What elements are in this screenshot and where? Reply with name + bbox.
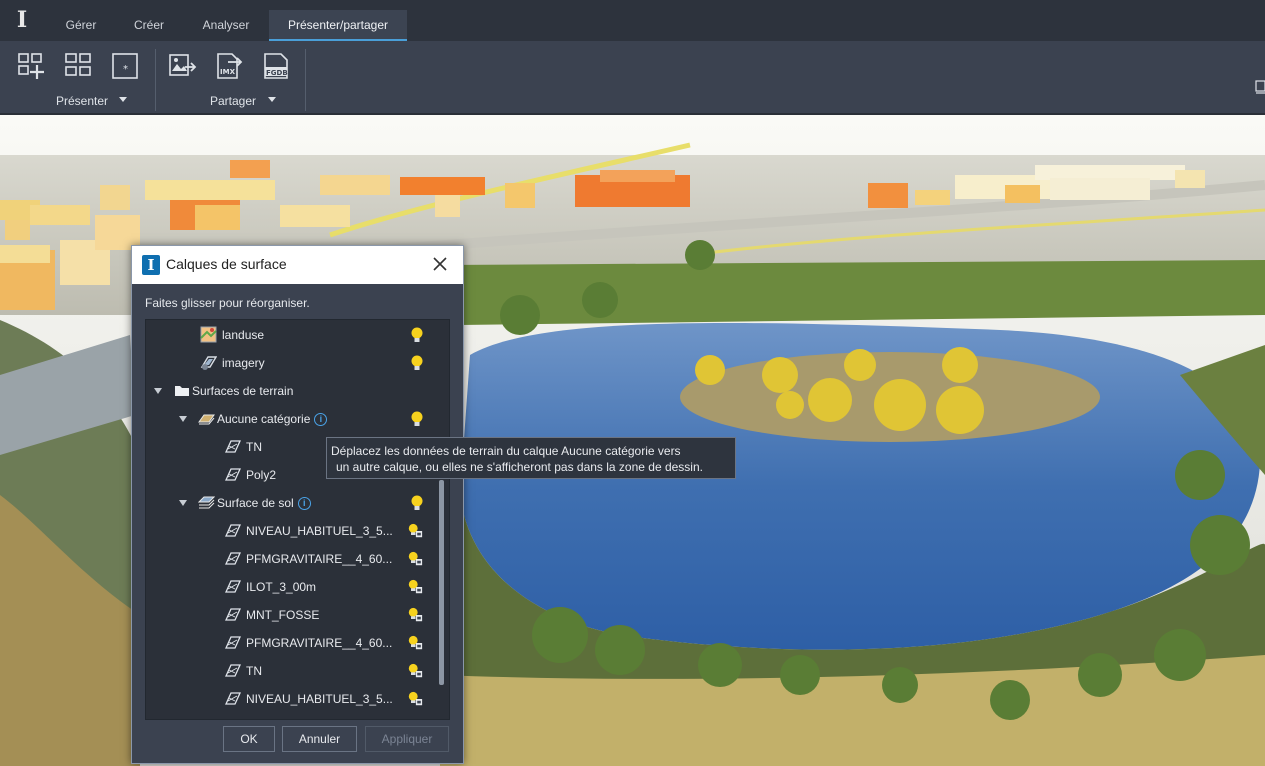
tree-row-aucune-categorie[interactable]: Aucune catégorie i (146, 405, 436, 433)
tree-row-surface[interactable]: PFMGRAVITAIRE__4_60... (146, 545, 436, 573)
export-image-icon[interactable] (167, 51, 197, 81)
tree-row-landuse[interactable]: landuse (146, 321, 436, 349)
surface-icon (224, 580, 241, 593)
surface-icon (224, 440, 241, 453)
ribbon-separator (305, 49, 306, 111)
presenter-dropdown-arrow[interactable] (119, 97, 127, 102)
tree-label: TN (246, 664, 262, 678)
tree-row-surface[interactable]: MNT_FOSSE (146, 601, 436, 629)
tree-label-with-info: Aucune catégorie i (217, 412, 328, 426)
tree-label: landuse (222, 328, 265, 342)
folder-icon (175, 386, 189, 396)
tree-label: ILOT_3_00m (246, 580, 317, 594)
info-icon[interactable]: i (314, 413, 328, 426)
tab-creer[interactable]: Créer (118, 10, 180, 41)
bulb-locked-icon[interactable] (407, 578, 423, 596)
tab-analyser[interactable]: Analyser (186, 10, 266, 41)
export-fgdb-icon[interactable]: FGDB (261, 51, 291, 81)
tree-row-surface[interactable]: ILOT_3_00m (146, 573, 436, 601)
snapshot-icon[interactable]: * (110, 51, 140, 81)
tree-label: MNT_FOSSE (246, 608, 320, 622)
tooltip-line-2: un autre calque, ou elles ne s'affichero… (336, 460, 703, 474)
fgdb-label: FGDB (266, 69, 288, 77)
group-label-presenter: Présenter (56, 94, 109, 108)
app-icon: I (142, 255, 160, 275)
surface-icon (224, 608, 241, 621)
dialog-title: Calques de surface (166, 256, 287, 272)
landuse-icon (200, 326, 217, 343)
imx-label: IMX (220, 68, 236, 76)
drag-hint: Faites glisser pour réorganiser. (145, 296, 310, 310)
surface-icon (224, 524, 241, 537)
collapse-arrow-icon[interactable] (154, 388, 162, 394)
bulb-on-icon[interactable] (409, 494, 425, 512)
layer-icon (198, 414, 215, 425)
bulb-locked-icon[interactable] (407, 550, 423, 568)
tree-label: NIVEAU_HABITUEL_3_5... (246, 524, 393, 538)
tree-label: NIVEAU_HABITUEL_3_5... (246, 692, 393, 706)
bulb-on-icon[interactable] (409, 354, 425, 372)
dialog-title-bar[interactable]: I Calques de surface (132, 246, 463, 284)
bulb-on-icon[interactable] (409, 410, 425, 428)
bulb-locked-icon[interactable] (407, 634, 423, 652)
tab-gerer[interactable]: Gérer (50, 10, 112, 41)
cancel-button[interactable]: Annuler (282, 726, 357, 752)
layer-stack-icon (198, 496, 215, 509)
surface-icon (224, 664, 241, 677)
add-view-icon[interactable] (16, 51, 46, 81)
surface-layers-dialog: I Calques de surface Faites glisser pour… (131, 245, 464, 764)
layer-tree[interactable]: landuse imagery Surfaces de terrain Aucu… (145, 319, 450, 720)
partager-dropdown-arrow[interactable] (268, 97, 276, 102)
panel-toggle-icon[interactable] (1255, 79, 1265, 95)
bulb-locked-icon[interactable] (407, 522, 423, 540)
ok-button[interactable]: OK (223, 726, 275, 752)
bulb-on-icon[interactable] (409, 326, 425, 344)
close-icon[interactable] (431, 255, 449, 273)
view-grid-icon[interactable] (63, 51, 93, 81)
tree-label: Surface de sol (217, 496, 294, 510)
ribbon-separator (155, 49, 156, 111)
group-label-partager: Partager (210, 94, 257, 108)
tree-row-surface[interactable]: PFMGRAVITAIRE__4_60... (146, 629, 436, 657)
bulb-locked-icon[interactable] (407, 690, 423, 708)
tree-row-surface[interactable]: NIVEAU_HABITUEL_3_5... (146, 685, 436, 713)
surface-icon (224, 692, 241, 705)
surface-icon (224, 636, 241, 649)
tree-label: Surfaces de terrain (192, 384, 294, 398)
apply-button[interactable]: Appliquer (365, 726, 449, 752)
tree-row-surface[interactable]: NIVEAU_HABITUEL_3_5... (146, 517, 436, 545)
tree-label: imagery (222, 356, 265, 370)
app-logo[interactable]: I (13, 8, 31, 32)
info-tooltip: Déplacez les données de terrain du calqu… (326, 437, 736, 479)
export-imx-icon[interactable]: IMX (214, 51, 244, 81)
svg-text:*: * (123, 64, 128, 75)
tree-row-surfaces-de-terrain[interactable]: Surfaces de terrain (146, 377, 436, 405)
tree-scrollbar[interactable] (439, 480, 444, 685)
ribbon-panel: * Présenter IMX FGDB Partager (0, 41, 1265, 115)
ribbon-tab-bar: I Gérer Créer Analyser Présenter/partage… (0, 0, 1265, 41)
tab-presenter-partager[interactable]: Présenter/partager (269, 10, 407, 41)
tooltip-line-1: Déplacez les données de terrain du calqu… (331, 444, 681, 458)
tree-label: PFMGRAVITAIRE__4_60... (246, 636, 393, 650)
bulb-locked-icon[interactable] (407, 606, 423, 624)
tree-label: TN (246, 440, 262, 454)
info-icon[interactable]: i (297, 497, 311, 510)
tree-label: Poly2 (246, 468, 277, 482)
collapse-arrow-icon[interactable] (179, 416, 187, 422)
surface-icon (224, 468, 241, 481)
imagery-icon (200, 356, 217, 370)
tree-row-imagery[interactable]: imagery (146, 349, 436, 377)
tree-label-with-info: Surface de sol i (217, 496, 311, 510)
tree-label: PFMGRAVITAIRE__4_60... (246, 552, 393, 566)
tree-label: Aucune catégorie (217, 412, 311, 426)
tree-row-surface[interactable]: TN (146, 657, 436, 685)
tree-row-surface-de-sol[interactable]: Surface de sol i (146, 489, 436, 517)
bulb-locked-icon[interactable] (407, 662, 423, 680)
surface-icon (224, 552, 241, 565)
collapse-arrow-icon[interactable] (179, 500, 187, 506)
